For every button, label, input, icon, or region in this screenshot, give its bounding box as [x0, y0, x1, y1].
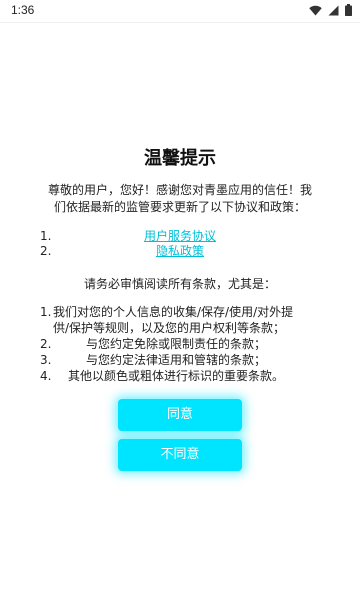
status-bar: 1:36 [0, 0, 360, 23]
term-item: 1. 我们对您的个人信息的收集/保存/使用/对外提供/保护等规则，以及您的用户权… [40, 304, 302, 336]
signal-icon [328, 5, 339, 16]
term-text: 与您约定法律适用和管辖的条款； [85, 353, 266, 367]
term-number: 3. [40, 353, 52, 367]
term-item: 3. 与您约定法律适用和管辖的条款； [40, 352, 302, 368]
term-text: 其他以颜色或粗体进行标识的重要条款。 [67, 369, 284, 383]
agree-button[interactable]: 同意 [118, 399, 242, 431]
term-text: 与您约定免除或限制责任的条款； [85, 337, 266, 351]
term-item: 4. 其他以颜色或粗体进行标识的重要条款。 [40, 368, 302, 384]
wifi-icon [309, 5, 322, 16]
term-number: 4. [40, 369, 52, 383]
user-service-agreement-link[interactable]: 用户服务协议 [40, 229, 320, 244]
battery-icon [345, 4, 352, 16]
term-number: 2. [40, 337, 52, 351]
privacy-policy-link[interactable]: 隐私政策 [40, 244, 320, 259]
status-time: 1:36 [11, 3, 35, 17]
document-item: 2. 隐私政策 [40, 244, 320, 259]
disagree-button[interactable]: 不同意 [118, 439, 242, 471]
dialog-title: 温馨提示 [144, 148, 216, 169]
intro-text: 尊敬的用户，您好！感谢您对青墨应用的信任！我们依据最新的监管要求更新了以下协议和… [48, 183, 313, 214]
document-item: 1. 用户服务协议 [40, 229, 320, 244]
term-text: 我们对您的个人信息的收集/保存/使用/对外提供/保护等规则，以及您的用户权利等条… [53, 305, 294, 335]
term-number: 1. [40, 305, 52, 319]
terms-list: 1. 我们对您的个人信息的收集/保存/使用/对外提供/保护等规则，以及您的用户权… [40, 304, 302, 384]
term-item: 2. 与您约定免除或限制责任的条款； [40, 336, 302, 352]
requirement-text: 请务必审慎阅读所有条款，尤其是： [83, 277, 276, 291]
document-list: 1. 用户服务协议 2. 隐私政策 [40, 229, 320, 259]
status-icons [309, 4, 352, 16]
